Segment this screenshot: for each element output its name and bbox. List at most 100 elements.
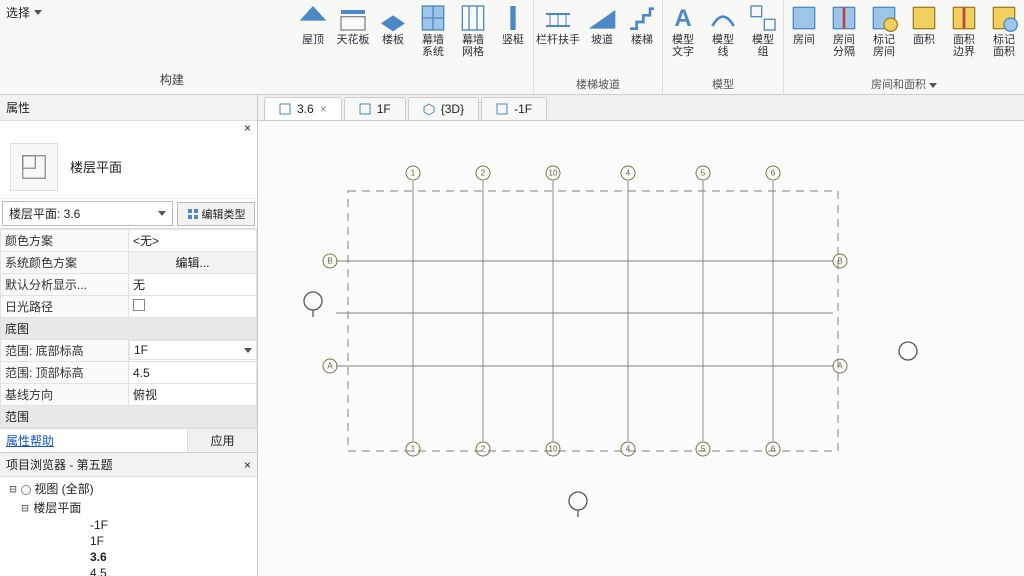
prop-value-range-base[interactable]: 1F xyxy=(129,340,257,360)
ribbon-model-line[interactable]: 模型 线 xyxy=(703,0,743,76)
ribbon-ceiling[interactable]: 天花板 xyxy=(333,0,373,76)
stair-icon xyxy=(626,4,658,32)
ribbon-stair[interactable]: 楼梯 xyxy=(622,0,662,76)
canvas[interactable]: 11221010445566 BBAA xyxy=(258,121,1024,576)
curtain-grid-icon xyxy=(457,4,489,32)
svg-text:A: A xyxy=(674,5,691,32)
apply-button[interactable]: 应用 xyxy=(187,429,257,452)
svg-text:B: B xyxy=(327,257,332,266)
edit-icon xyxy=(187,208,199,220)
svg-text:10: 10 xyxy=(549,169,558,178)
type-thumbnail xyxy=(10,143,58,191)
select-dropdown[interactable]: 选择 xyxy=(0,0,51,25)
prop-label: 范围: 顶部标高 xyxy=(1,362,129,384)
tab-1F[interactable]: 1F xyxy=(344,97,406,120)
ribbon-ramp[interactable]: 坡道 xyxy=(582,0,622,76)
ribbon-model-text[interactable]: A 模型 文字 xyxy=(663,0,703,76)
prop-label: 范围: 底部标高 xyxy=(1,340,129,362)
tree-level--1F[interactable]: -1F xyxy=(4,517,253,533)
tag-room-icon xyxy=(868,4,900,32)
prop-row-default-analysis: 默认分析显示... 无 xyxy=(1,274,257,296)
prop-label: 颜色方案 xyxy=(1,230,129,252)
instance-combo[interactable]: 楼层平面: 3.6 xyxy=(2,201,173,226)
project-browser-tree: ⊟ 视图 (全部) ⊟ 楼层平面 -1F1F3.64.55.46.3场地室外地坪… xyxy=(0,477,257,576)
svg-text:2: 2 xyxy=(481,169,486,178)
ribbon-group-circulation: 栏杆扶手 坡道 楼梯 楼梯坡道 xyxy=(534,0,663,94)
tree-root-views[interactable]: ⊟ 视图 (全部) xyxy=(4,479,253,498)
floorplan-icon xyxy=(19,152,49,182)
svg-text:5: 5 xyxy=(701,445,706,454)
tree-floor-plans[interactable]: ⊟ 楼层平面 xyxy=(4,498,253,517)
ribbon-room-separator[interactable]: 房间 分隔 xyxy=(824,0,864,76)
prop-label: 日光路径 xyxy=(1,296,129,318)
prop-value-color-scheme[interactable]: <无> xyxy=(129,230,257,252)
instance-name: 楼层平面: 3.6 xyxy=(9,205,80,222)
close-icon[interactable]: × xyxy=(244,458,251,472)
ribbon-select-area: 选择 xyxy=(0,0,51,94)
properties-help-link[interactable]: 属性帮助 xyxy=(0,429,187,452)
room-sep-icon xyxy=(828,4,860,32)
prop-row-range-top: 范围: 顶部标高 4.5 xyxy=(1,362,257,384)
ramp-icon xyxy=(586,4,618,32)
section-mark-bottom[interactable] xyxy=(569,492,587,510)
tree-level-1F[interactable]: 1F xyxy=(4,533,253,549)
ceiling-icon xyxy=(337,4,369,32)
ribbon-group-model: A 模型 文字 模型 线 模型 组 模型 xyxy=(663,0,784,94)
svg-text:4: 4 xyxy=(626,445,631,454)
ribbon-group-build-items: 屋顶 天花板 楼板 幕墙 系统 幕墙 网格 竖梃 xyxy=(293,0,534,94)
group-circulation-label: 楼梯坡道 xyxy=(534,76,662,92)
prop-value-default-analysis[interactable]: 无 xyxy=(129,274,257,296)
prop-value-underlay-orient[interactable]: 俯视 xyxy=(129,384,257,406)
prop-label: 系统颜色方案 xyxy=(1,252,129,274)
svg-text:5: 5 xyxy=(701,169,706,178)
model-text-icon: A xyxy=(667,4,699,32)
railing-icon xyxy=(542,4,574,32)
section-mark-right[interactable] xyxy=(899,342,917,360)
crop-region[interactable] xyxy=(348,191,838,451)
3d-view-icon xyxy=(423,103,435,115)
svg-text:10: 10 xyxy=(549,445,558,454)
ribbon-model-group[interactable]: 模型 组 xyxy=(743,0,783,76)
edit-type-button[interactable]: 编辑类型 xyxy=(177,202,255,226)
prop-value-sun-path[interactable] xyxy=(129,296,257,318)
checkbox-icon[interactable] xyxy=(133,299,145,311)
ribbon-tag-room[interactable]: 标记 房间 xyxy=(864,0,904,76)
tab-minus1F[interactable]: -1F xyxy=(481,97,547,120)
prop-section-extents: 范围 xyxy=(1,406,257,428)
chevron-down-icon xyxy=(158,211,166,216)
group-build-label: 构建 xyxy=(160,71,184,94)
tree-level-3.6[interactable]: 3.6 xyxy=(4,549,253,565)
ribbon-tag-area[interactable]: 标记 面积 xyxy=(984,0,1024,76)
chevron-down-icon xyxy=(929,83,937,88)
prop-row-color-scheme: 颜色方案 <无> xyxy=(1,230,257,252)
properties-table: 颜色方案 <无> 系统颜色方案 编辑... 默认分析显示... 无 日光路径 底… xyxy=(0,229,257,428)
prop-value-sys-color[interactable]: 编辑... xyxy=(129,252,257,274)
close-icon[interactable]: × xyxy=(244,121,251,135)
ribbon-curtain-system[interactable]: 幕墙 系统 xyxy=(413,0,453,76)
tree-level-4.5[interactable]: 4.5 xyxy=(4,565,253,576)
curtain-system-icon xyxy=(417,4,449,32)
ribbon-railing[interactable]: 栏杆扶手 xyxy=(534,0,582,76)
ribbon-roof[interactable]: 屋顶 xyxy=(293,0,333,76)
ribbon-group-room-area: 房间 房间 分隔 标记 房间 面积 面积 边界 标记 面积 房间和面积 xyxy=(784,0,1024,94)
floor-icon xyxy=(377,4,409,32)
svg-text:6: 6 xyxy=(771,169,776,178)
type-selector[interactable]: 楼层平面 xyxy=(0,135,257,199)
ribbon-room[interactable]: 房间 xyxy=(784,0,824,76)
ribbon-area-boundary[interactable]: 面积 边界 xyxy=(944,0,984,76)
tab-close-icon[interactable]: × xyxy=(320,102,327,116)
ribbon-mullion[interactable]: 竖梃 xyxy=(493,0,533,76)
ribbon-floor[interactable]: 楼板 xyxy=(373,0,413,76)
main-area: 属性 × 楼层平面 楼层平面: 3.6 编辑类型 颜色方案 <无> xyxy=(0,95,1024,576)
mullion-icon xyxy=(497,4,529,32)
tag-area-icon xyxy=(988,4,1020,32)
tab-3.6[interactable]: 3.6 × xyxy=(264,97,342,120)
section-mark-left[interactable] xyxy=(304,292,322,310)
tab-3d[interactable]: {3D} xyxy=(408,97,479,120)
ribbon-area[interactable]: 面积 xyxy=(904,0,944,76)
prop-value-range-top[interactable]: 4.5 xyxy=(129,362,257,384)
properties-title: 属性 xyxy=(6,99,30,116)
plan-svg: 11221010445566 BBAA xyxy=(258,121,1024,576)
ribbon-curtain-grid[interactable]: 幕墙 网格 xyxy=(453,0,493,76)
drawing-area: 3.6 × 1F {3D} -1F 11221010445566 xyxy=(258,95,1024,576)
